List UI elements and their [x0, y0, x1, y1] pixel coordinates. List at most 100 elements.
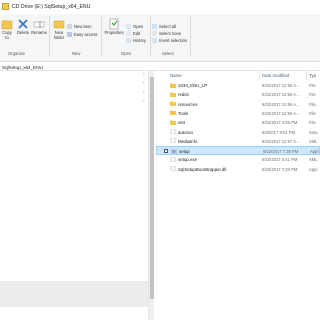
- history-button[interactable]: History: [126, 38, 146, 43]
- pin-icon[interactable]: ✧: [142, 89, 145, 94]
- history-icon: [126, 38, 131, 43]
- file-row[interactable]: x64 8/22/2017 4:55 PM File: [156, 118, 320, 127]
- file-row[interactable]: setup.exe 6/10/2017 3:41 PM XML: [156, 155, 320, 164]
- open-label: Open: [133, 24, 144, 29]
- edit-button[interactable]: Edit: [126, 31, 140, 36]
- file-row[interactable]: SqlSetupBootstrapper.dll 8/22/2017 7:20 P…: [156, 165, 320, 174]
- file-date: 8/22/2017 12:55 A...: [262, 92, 300, 98]
- ribbon-divider: [101, 16, 102, 56]
- invert-selection-button[interactable]: Invert selection: [152, 38, 187, 43]
- rename-button[interactable]: Rename: [31, 18, 47, 36]
- easy-access-button[interactable]: Easy access: [67, 32, 98, 37]
- invert-selection-icon: [152, 38, 157, 43]
- select-all-button[interactable]: Select all: [152, 24, 176, 29]
- file-icon: [170, 129, 176, 134]
- file-type: Appl: [310, 149, 319, 155]
- file-date: 8/22/2017 7:20 PM: [262, 166, 298, 172]
- select-none-button[interactable]: Select none: [152, 31, 181, 36]
- ribbon-divider: [150, 16, 151, 56]
- file-name: SqlSetupBootstrapper.dll: [178, 166, 227, 172]
- file-date: 8/22/2017 12:55 A...: [262, 83, 300, 88]
- folder-icon: [170, 120, 176, 125]
- navigation-pane[interactable]: ✧ ✧ ✧ ✧: [0, 71, 148, 320]
- ribbon-divider: [49, 16, 50, 56]
- new-folder-button[interactable]: New folder: [52, 18, 66, 40]
- select-all-label: Select all: [159, 24, 176, 29]
- file-name: resources: [178, 101, 198, 107]
- column-header-type[interactable]: Typ: [309, 73, 316, 78]
- nav-scrollbar[interactable]: [148, 71, 154, 320]
- edit-label: Edit: [133, 31, 141, 36]
- address-bar[interactable]: SqlSetup_x64_ENU: [0, 63, 320, 71]
- file-row[interactable]: autorun 6/4/2017 9:01 PM Setu: [156, 128, 320, 137]
- folder-icon: [170, 101, 176, 107]
- easy-access-icon: [67, 32, 72, 37]
- pin-icon[interactable]: ✧: [142, 80, 145, 85]
- group-select-label: Select: [162, 51, 174, 56]
- folder-icon: [2, 3, 9, 10]
- file-date: 8/22/2017 4:55 PM: [262, 120, 298, 126]
- column-divider[interactable]: [306, 71, 307, 80]
- file-date: 6/10/2017 3:41 PM: [262, 157, 298, 163]
- file-type: File: [309, 83, 316, 88]
- open-button[interactable]: Open: [126, 24, 143, 29]
- group-new-label: New: [72, 51, 81, 56]
- folder-icon: [170, 82, 176, 88]
- column-header-name[interactable]: Name: [170, 73, 182, 78]
- properties-button[interactable]: Properties: [103, 18, 125, 36]
- folder-icon: [170, 110, 176, 116]
- column-header-date[interactable]: Date modified: [262, 73, 289, 78]
- new-folder-icon: [53, 20, 65, 29]
- invert-selection-label: Invert selection: [159, 38, 188, 43]
- file-type: File: [309, 101, 316, 107]
- setup-app-icon: [171, 148, 177, 154]
- copy-to-button[interactable]: Copy to: [1, 18, 13, 40]
- history-label: History: [133, 38, 147, 43]
- properties-icon: [109, 18, 119, 30]
- open-icon: [126, 24, 131, 29]
- delete-label: Delete: [16, 30, 30, 35]
- delete-button[interactable]: Delete: [16, 18, 30, 36]
- file-row[interactable]: MediaInfo 8/22/2017 12:57 A... XML: [156, 137, 320, 146]
- title-bar: CD Drive (E:) SqlSetup_x64_ENU: [0, 0, 320, 14]
- file-name: autorun: [178, 129, 193, 135]
- file-row[interactable]: 1033_ENU_LP 8/22/2017 12:55 A... File: [156, 81, 320, 90]
- file-date: 8/22/2017 12:55 A...: [262, 101, 300, 107]
- file-icon: [170, 156, 176, 162]
- select-checkbox[interactable]: [164, 149, 168, 154]
- new-item-button[interactable]: New item: [67, 24, 91, 29]
- select-none-icon: [152, 31, 157, 36]
- pin-icon[interactable]: ✧: [142, 98, 145, 103]
- new-item-label: New item: [74, 24, 92, 29]
- file-row[interactable]: redist 8/22/2017 12:55 A... File: [156, 90, 320, 99]
- file-type: File: [309, 92, 316, 98]
- properties-label: Properties: [104, 30, 124, 35]
- nav-scrollbar-thumb[interactable]: [150, 77, 154, 299]
- file-type: Setu: [309, 129, 318, 135]
- file-row[interactable]: setup 8/22/2017 7:39 PM Appl: [156, 146, 320, 155]
- rename-icon: [33, 21, 45, 28]
- pin-icon[interactable]: ✧: [142, 71, 145, 76]
- file-row[interactable]: Tools 8/22/2017 12:55 A... File: [156, 109, 320, 118]
- edit-icon: [126, 31, 131, 36]
- file-type: File: [309, 110, 316, 116]
- file-icon: [170, 166, 176, 172]
- folder-label: folder: [53, 34, 65, 40]
- file-name: MediaInfo: [178, 138, 198, 144]
- file-date: 8/22/2017 12:57 A...: [262, 138, 300, 144]
- address-path[interactable]: SqlSetup_x64_ENU: [2, 65, 43, 70]
- file-type: File: [309, 120, 316, 126]
- file-row[interactable]: resources 8/22/2017 12:55 A... File: [156, 100, 320, 109]
- window-title: CD Drive (E:) SqlSetup_x64_ENU: [12, 4, 91, 10]
- new-item-icon: [67, 24, 72, 29]
- group-open-label: Open: [121, 51, 132, 56]
- file-name: 1033_ENU_LP: [178, 83, 208, 88]
- file-type: XML: [309, 157, 318, 163]
- file-name: setup.exe: [178, 157, 198, 163]
- column-divider[interactable]: [259, 71, 260, 80]
- ribbon-divider: [190, 16, 191, 56]
- folder-icon: [170, 92, 176, 97]
- delete-x-icon: [18, 19, 28, 29]
- file-list[interactable]: Name Date modified Typ 1033_ENU_LP 8/22/2…: [156, 71, 320, 320]
- file-name: x64: [178, 120, 186, 126]
